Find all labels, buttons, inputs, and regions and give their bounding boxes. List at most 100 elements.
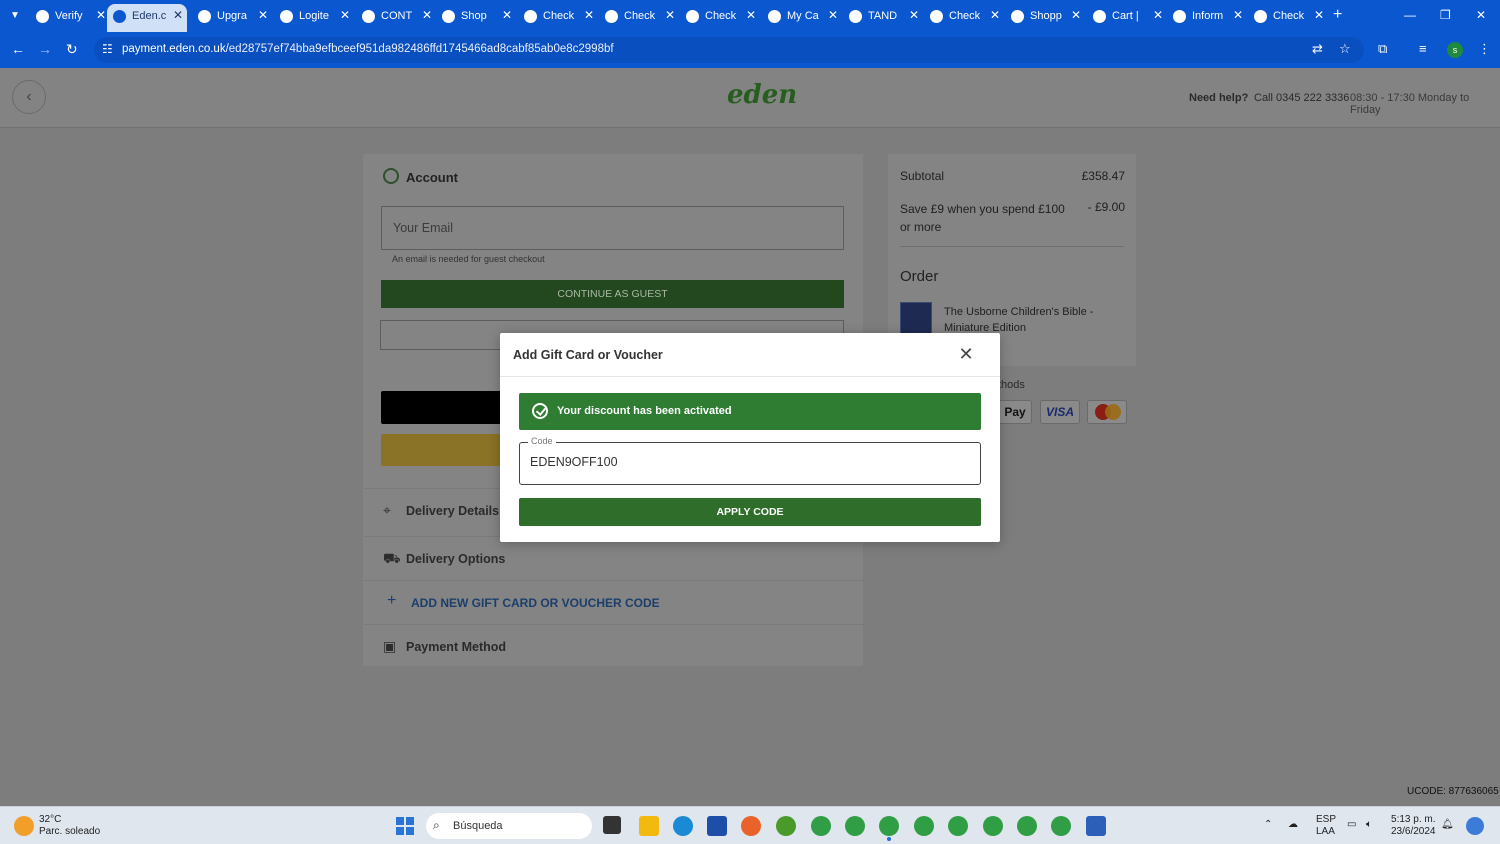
subtotal-label: Subtotal: [900, 169, 945, 183]
forward-arrow-icon[interactable]: →: [38, 41, 52, 57]
chrome-profile-icon[interactable]: [1051, 816, 1071, 836]
help-phone[interactable]: Call 0345 222 3336: [1254, 92, 1349, 104]
browser-tab[interactable]: Check ✕: [605, 4, 677, 30]
tab-close-icon[interactable]: ✕: [746, 8, 756, 22]
browser-tab[interactable]: Shopp ✕: [1011, 4, 1083, 30]
translate-icon[interactable]: ⇄: [1312, 41, 1323, 57]
network-icon[interactable]: ▭: [1347, 819, 1356, 830]
tab-close-icon[interactable]: ✕: [258, 8, 268, 22]
store-icon[interactable]: [707, 816, 727, 836]
chrome-profile-icon[interactable]: [914, 816, 934, 836]
profile-avatar[interactable]: s: [1447, 42, 1463, 58]
tab-close-icon[interactable]: ✕: [173, 8, 183, 22]
browser-tab[interactable]: Inform ✕: [1173, 4, 1245, 30]
tab-close-icon[interactable]: ✕: [340, 8, 350, 22]
site-header: ‹ eden Need help? Call 0345 222 3336 08:…: [0, 68, 1500, 128]
voucher-code-field[interactable]: Code: [519, 436, 981, 485]
browser-tab[interactable]: Cart | ✕: [1093, 4, 1165, 30]
minimize-icon[interactable]: —: [1404, 8, 1416, 22]
browser-tab[interactable]: Check ✕: [686, 4, 758, 30]
tray-overflow-icon[interactable]: ⌃: [1264, 819, 1272, 830]
tab-close-icon[interactable]: ✕: [96, 8, 106, 22]
browser-tab[interactable]: Check ✕: [524, 4, 596, 30]
browser-tab[interactable]: CONT ✕: [362, 4, 434, 30]
tab-close-icon[interactable]: ✕: [665, 8, 675, 22]
browser-tab[interactable]: TAND ✕: [849, 4, 921, 30]
payment-method-section[interactable]: ▣ Payment Method: [363, 624, 863, 668]
tab-close-icon[interactable]: ✕: [1233, 8, 1243, 22]
tab-favicon-icon: [1173, 10, 1186, 23]
copilot-icon[interactable]: [1466, 817, 1484, 835]
address-bar[interactable]: ☷ payment.eden.co.uk/ed28757ef74bba9efbc…: [94, 37, 1364, 63]
voucher-code-input[interactable]: [530, 455, 960, 469]
tab-title: Eden.c: [132, 10, 167, 22]
weather-desc[interactable]: Parc. soleado: [39, 826, 100, 837]
tab-close-icon[interactable]: ✕: [422, 8, 432, 22]
add-voucher-section[interactable]: + ADD NEW GIFT CARD OR VOUCHER CODE: [363, 580, 863, 624]
start-tile: [396, 827, 404, 835]
summary-divider: [900, 246, 1124, 247]
eden-logo[interactable]: eden: [727, 80, 797, 110]
media-control-icon[interactable]: ≡: [1419, 41, 1427, 56]
browser-tab[interactable]: My Ca ✕: [768, 4, 840, 30]
extensions-icon[interactable]: ⧉: [1378, 41, 1387, 57]
mastercard-logo: [1087, 400, 1127, 424]
language-laa[interactable]: LAA: [1316, 826, 1335, 837]
chrome-profile-icon[interactable]: [983, 816, 1003, 836]
chrome-profile-icon[interactable]: [1017, 816, 1037, 836]
chrome-profile-active-icon[interactable]: [879, 816, 899, 836]
weather-sun-icon[interactable]: [14, 816, 34, 836]
tab-close-icon[interactable]: ✕: [1071, 8, 1081, 22]
tab-close-icon[interactable]: ✕: [1153, 8, 1163, 22]
delivery-options-section[interactable]: ⛟ Delivery Options: [363, 536, 863, 580]
url-text[interactable]: payment.eden.co.uk/ed28757ef74bba9efbcee…: [122, 43, 614, 55]
new-tab-plus-icon[interactable]: +: [1333, 6, 1342, 24]
language-esp[interactable]: ESP: [1316, 814, 1336, 825]
volume-icon[interactable]: 🔈︎: [1366, 819, 1372, 830]
tab-close-icon[interactable]: ✕: [502, 8, 512, 22]
delivery-details-label: Delivery Details: [406, 504, 500, 518]
utorrent-icon[interactable]: [776, 816, 796, 836]
chrome-profile-icon[interactable]: [948, 816, 968, 836]
bookmark-star-icon[interactable]: ☆: [1339, 41, 1351, 57]
onedrive-icon[interactable]: ☁: [1288, 819, 1298, 830]
email-field[interactable]: Your Email: [381, 206, 844, 250]
edge-icon[interactable]: [673, 816, 693, 836]
tab-close-icon[interactable]: ✕: [1314, 8, 1324, 22]
browser-tab[interactable]: Verify ✕: [36, 4, 108, 30]
tab-search-chevron-icon[interactable]: ▼: [5, 6, 25, 26]
tab-favicon-icon: [605, 10, 618, 23]
browser-tab[interactable]: Upgra ✕: [198, 4, 270, 30]
browser-tab[interactable]: Logite ✕: [280, 4, 352, 30]
browser-tab[interactable]: Eden.c ✕: [107, 4, 187, 32]
browser-tab[interactable]: Check ✕: [930, 4, 1002, 30]
weather-temp[interactable]: 32°C: [39, 814, 61, 825]
firefox-icon[interactable]: [741, 816, 761, 836]
reload-icon[interactable]: ↻: [66, 41, 78, 58]
browser-tab[interactable]: Shop ✕: [442, 4, 514, 30]
word-icon[interactable]: [1086, 816, 1106, 836]
continue-as-guest-button[interactable]: CONTINUE AS GUEST: [381, 280, 844, 308]
chrome-profile-icon[interactable]: [845, 816, 865, 836]
task-view-icon[interactable]: [603, 816, 621, 834]
taskbar-search[interactable]: ⌕ Búsqueda: [426, 813, 592, 839]
notification-bell-icon[interactable]: 🔔︎: [1441, 819, 1454, 830]
modal-close-icon[interactable]: ✕: [956, 344, 976, 364]
taskbar-clock[interactable]: 5:13 p. m. 23/6/2024: [1391, 814, 1436, 838]
window-close-icon[interactable]: ✕: [1476, 8, 1486, 22]
tab-close-icon[interactable]: ✕: [828, 8, 838, 22]
browser-tab[interactable]: Check ✕: [1254, 4, 1326, 30]
apply-code-button[interactable]: APPLY CODE: [519, 498, 981, 526]
restore-icon[interactable]: ❐: [1440, 8, 1451, 22]
back-arrow-icon[interactable]: ←: [11, 41, 25, 57]
chrome-profile-icon[interactable]: [811, 816, 831, 836]
site-info-icon[interactable]: ☷: [102, 42, 113, 56]
tab-close-icon[interactable]: ✕: [909, 8, 919, 22]
tab-close-icon[interactable]: ✕: [990, 8, 1000, 22]
tab-close-icon[interactable]: ✕: [584, 8, 594, 22]
windows-start-icon[interactable]: [396, 817, 414, 835]
add-voucher-link[interactable]: ADD NEW GIFT CARD OR VOUCHER CODE: [411, 596, 660, 610]
browser-menu-icon[interactable]: ⋮: [1478, 41, 1491, 57]
file-explorer-icon[interactable]: [639, 816, 659, 836]
page-back-chevron-icon[interactable]: ‹: [12, 80, 46, 114]
